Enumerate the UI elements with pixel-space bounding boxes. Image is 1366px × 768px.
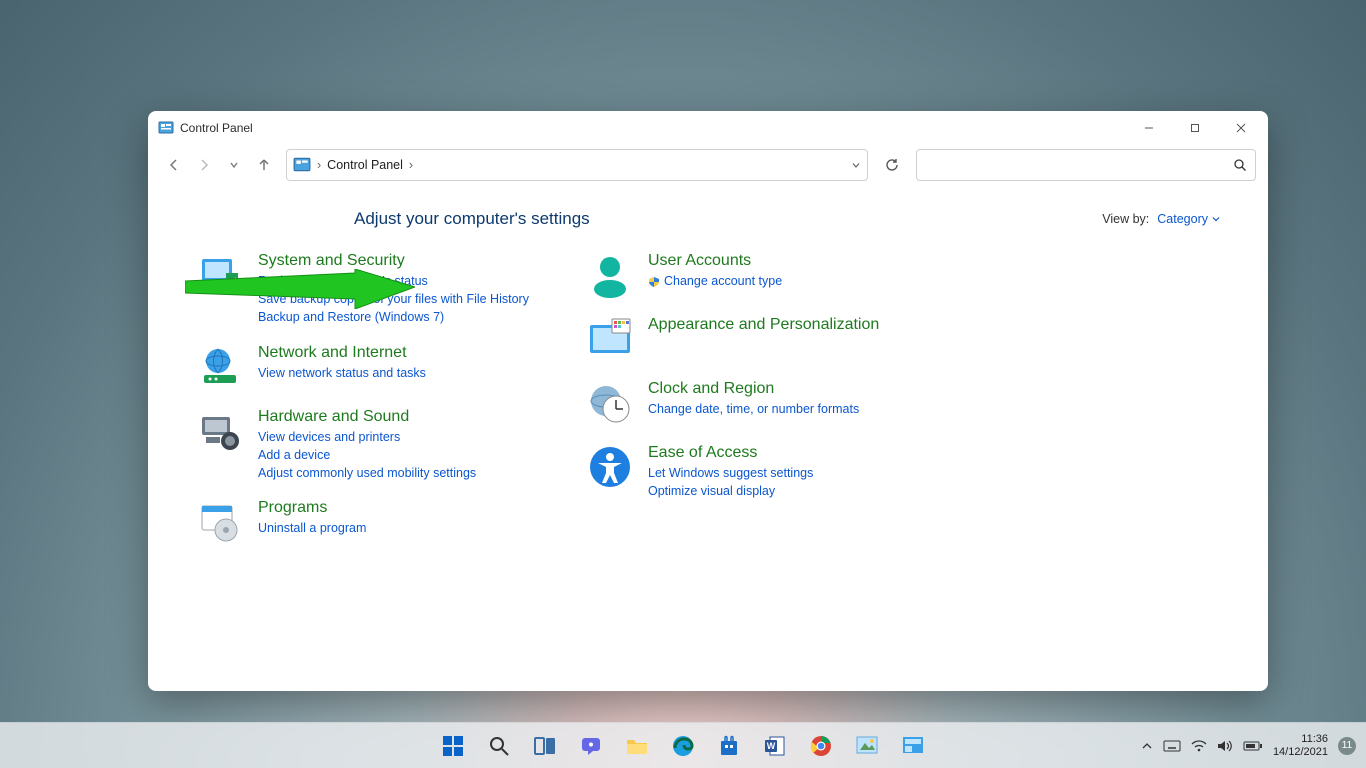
control-panel-window: Control Panel › Control Panel › (148, 111, 1268, 691)
category-title[interactable]: User Accounts (648, 251, 782, 270)
search-button[interactable] (479, 726, 519, 766)
user-accounts-icon (586, 251, 634, 299)
category-user-accounts: User Accounts Change account type (586, 251, 916, 299)
taskbar-time: 11:36 (1273, 733, 1328, 746)
control-panel-icon (293, 156, 311, 174)
app-icon[interactable] (847, 726, 887, 766)
category-link[interactable]: Review your computer's status (258, 272, 529, 290)
system-security-icon (196, 251, 244, 299)
category-title[interactable]: Network and Internet (258, 343, 426, 362)
category-column-left: System and Security Review your computer… (196, 251, 546, 562)
category-title[interactable]: Programs (258, 498, 366, 517)
category-title[interactable]: Appearance and Personalization (648, 315, 879, 334)
volume-icon[interactable] (1217, 739, 1233, 753)
page-title: Adjust your computer's settings (354, 209, 590, 229)
notification-badge[interactable]: 11 (1338, 737, 1356, 755)
content-area: Adjust your computer's settings View by:… (148, 185, 1268, 691)
category-column-right: User Accounts Change account type Appear (586, 251, 916, 562)
category-title[interactable]: Hardware and Sound (258, 407, 476, 426)
taskbar-date: 14/12/2021 (1273, 746, 1328, 759)
chevron-right-icon[interactable]: › (407, 158, 415, 172)
battery-icon[interactable] (1243, 740, 1263, 752)
search-box[interactable] (916, 149, 1256, 181)
clock-icon (586, 379, 634, 427)
category-programs: Programs Uninstall a program (196, 498, 546, 546)
category-network-and-internet: Network and Internet View network status… (196, 343, 546, 391)
view-by-dropdown[interactable]: Category (1157, 212, 1220, 226)
app-icon[interactable] (893, 726, 933, 766)
minimize-button[interactable] (1126, 111, 1172, 145)
hardware-icon (196, 407, 244, 455)
category-link[interactable]: View network status and tasks (258, 364, 426, 382)
category-link[interactable]: Change date, time, or number formats (648, 400, 859, 418)
back-button[interactable] (160, 151, 188, 179)
chevron-up-icon[interactable] (1141, 740, 1153, 752)
category-link[interactable]: Add a device (258, 446, 476, 464)
maximize-button[interactable] (1172, 111, 1218, 145)
close-button[interactable] (1218, 111, 1264, 145)
chat-button[interactable] (571, 726, 611, 766)
category-system-and-security: System and Security Review your computer… (196, 251, 546, 327)
keyboard-icon[interactable] (1163, 740, 1181, 752)
breadcrumb-item[interactable]: Control Panel (327, 158, 403, 172)
taskbar-clock[interactable]: 11:36 14/12/2021 (1273, 733, 1328, 758)
category-link[interactable]: Adjust commonly used mobility settings (258, 464, 476, 482)
programs-icon (196, 498, 244, 546)
toolbar: › Control Panel › (148, 145, 1268, 185)
recent-locations-button[interactable] (220, 151, 248, 179)
up-button[interactable] (250, 151, 278, 179)
view-by-value: Category (1157, 212, 1208, 226)
uac-shield-icon (648, 276, 660, 288)
store-button[interactable] (709, 726, 749, 766)
window-controls (1126, 111, 1264, 145)
category-link[interactable]: Uninstall a program (258, 519, 366, 537)
system-tray[interactable] (1141, 739, 1263, 753)
word-button[interactable]: W (755, 726, 795, 766)
taskbar-right: 11:36 14/12/2021 11 (1141, 733, 1366, 758)
view-by: View by: Category (1102, 212, 1220, 226)
category-link[interactable]: Backup and Restore (Windows 7) (258, 308, 529, 326)
category-link[interactable]: Save backup copies of your files with Fi… (258, 290, 529, 308)
file-explorer-button[interactable] (617, 726, 657, 766)
start-button[interactable] (433, 726, 473, 766)
window-title: Control Panel (180, 121, 253, 135)
view-by-label: View by: (1102, 212, 1149, 226)
category-title[interactable]: Ease of Access (648, 443, 813, 462)
task-view-button[interactable] (525, 726, 565, 766)
chevron-down-icon[interactable] (851, 160, 861, 170)
category-title[interactable]: System and Security (258, 251, 529, 270)
search-icon[interactable] (1233, 158, 1247, 172)
chrome-button[interactable] (801, 726, 841, 766)
category-clock-and-region: Clock and Region Change date, time, or n… (586, 379, 916, 427)
category-ease-of-access: Ease of Access Let Windows suggest setti… (586, 443, 916, 500)
search-input[interactable] (925, 158, 1233, 172)
ease-of-access-icon (586, 443, 634, 491)
address-bar[interactable]: › Control Panel › (286, 149, 868, 181)
chevron-down-icon (1212, 215, 1220, 223)
category-title[interactable]: Clock and Region (648, 379, 859, 398)
titlebar[interactable]: Control Panel (148, 111, 1268, 145)
svg-text:W: W (767, 741, 776, 751)
category-link[interactable]: Optimize visual display (648, 482, 813, 500)
category-appearance-and-personalization: Appearance and Personalization (586, 315, 916, 363)
category-link[interactable]: Let Windows suggest settings (648, 464, 813, 482)
category-link[interactable]: View devices and printers (258, 428, 476, 446)
network-icon (196, 343, 244, 391)
control-panel-icon (158, 120, 174, 136)
chevron-right-icon[interactable]: › (315, 158, 323, 172)
appearance-icon (586, 315, 634, 363)
category-link[interactable]: Change account type (648, 272, 782, 290)
category-hardware-and-sound: Hardware and Sound View devices and prin… (196, 407, 546, 483)
refresh-button[interactable] (876, 149, 908, 181)
taskbar[interactable]: W 11:36 14/12/2021 11 (0, 722, 1366, 768)
wifi-icon[interactable] (1191, 740, 1207, 752)
edge-button[interactable] (663, 726, 703, 766)
taskbar-center: W (433, 726, 933, 766)
forward-button[interactable] (190, 151, 218, 179)
